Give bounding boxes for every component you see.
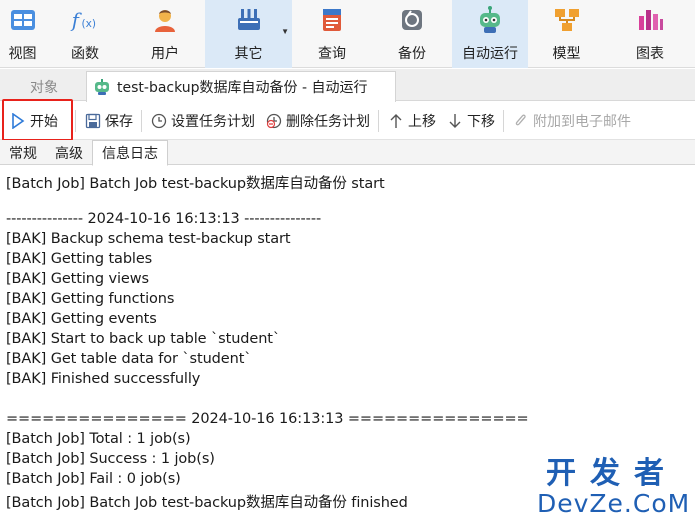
tab-objects[interactable]: 对象	[2, 72, 86, 101]
ribbon-user-button[interactable]: 用户	[125, 0, 205, 68]
job-toolbar: 开始 保存 设置任务计划 删除任务计划 上移 下移 附加到电子邮件	[0, 102, 695, 140]
delete-schedule-label: 删除任务计划	[286, 113, 370, 130]
view-icon	[8, 5, 38, 35]
tab-label: test-backup数据库自动备份 - 自动运行	[117, 80, 368, 96]
ribbon-chart-button[interactable]: 图表	[605, 0, 695, 68]
log-line: [BAK] Getting functions	[6, 291, 175, 307]
chevron-down-icon[interactable]: ▼	[281, 27, 289, 36]
ribbon-autorun-button[interactable]: 自动运行	[452, 0, 528, 68]
log-line: [Batch Job] Batch Job test-backup数据库自动备份…	[6, 176, 385, 192]
move-up-label: 上移	[408, 113, 436, 130]
arrow-down-icon	[446, 112, 464, 130]
ribbon-label: 图表	[636, 46, 664, 62]
ribbon-label: 备份	[398, 46, 426, 62]
tab-message-log[interactable]: 信息日志	[92, 140, 168, 166]
tab-autorun-job[interactable]: test-backup数据库自动备份 - 自动运行	[86, 71, 396, 102]
log-line: [BAK] Getting tables	[6, 251, 153, 267]
attach-email-button[interactable]: 附加到电子邮件	[507, 105, 636, 137]
ribbon-label: 模型	[552, 46, 581, 62]
save-icon	[84, 112, 102, 130]
ribbon-label: 视图	[8, 46, 37, 62]
attach-email-label: 附加到电子邮件	[533, 113, 631, 130]
ribbon-function-button[interactable]: f (x) 函数	[45, 0, 125, 68]
save-label: 保存	[105, 113, 133, 130]
chart-icon	[635, 5, 665, 35]
function-icon: f (x)	[70, 5, 100, 35]
log-line: [BAK] Backup schema test-backup start	[6, 231, 291, 247]
toolbar-divider	[378, 109, 379, 132]
ribbon-label: 自动运行	[462, 46, 518, 62]
tools-icon	[234, 5, 264, 35]
start-label: 开始	[30, 113, 58, 130]
log-line: [Batch Job] Success : 1 job(s)	[6, 451, 215, 467]
log-line: [BAK] Getting events	[6, 311, 157, 327]
ribbon-view-button[interactable]: 视图	[0, 0, 45, 68]
ribbon-other-button[interactable]: 其它 ▼	[205, 0, 292, 68]
query-icon	[317, 5, 347, 35]
ribbon-toolbar: 视图 f (x) 函数 用户 其它 ▼ 查询 备份 自动运行 模型 图表	[0, 0, 695, 68]
ribbon-query-button[interactable]: 查询	[292, 0, 372, 68]
log-line: [BAK] Start to back up table `student`	[6, 331, 281, 347]
ribbon-label: 用户	[151, 46, 179, 62]
save-button[interactable]: 保存	[79, 105, 138, 137]
toolbar-divider	[75, 109, 76, 132]
tab-advanced[interactable]: 高级	[46, 140, 92, 165]
log-line: --------------- 2024-10-16 16:13:13 ----…	[6, 211, 322, 227]
arrow-up-icon	[387, 112, 405, 130]
log-line: [BAK] Getting views	[6, 271, 149, 287]
robot-icon	[93, 77, 113, 97]
move-up-button[interactable]: 上移	[382, 105, 441, 137]
play-icon	[9, 112, 27, 130]
move-down-label: 下移	[467, 113, 495, 130]
move-down-button[interactable]: 下移	[441, 105, 500, 137]
log-line: =============== 2024-10-16 16:13:13 ====…	[6, 411, 529, 427]
toolbar-divider	[141, 109, 142, 132]
job-subtab-bar: 常规 高级 信息日志	[0, 140, 695, 166]
ribbon-model-button[interactable]: 模型	[528, 0, 605, 68]
start-button[interactable]: 开始	[4, 105, 63, 137]
delete-clock-icon	[265, 112, 283, 130]
document-tab-bar: 对象 test-backup数据库自动备份 - 自动运行	[0, 69, 695, 102]
backup-icon	[397, 5, 427, 35]
clock-icon	[150, 112, 168, 130]
message-log-panel[interactable]: [Batch Job] Batch Job test-backup数据库自动备份…	[0, 166, 695, 526]
user-icon	[150, 5, 180, 35]
model-icon	[552, 5, 582, 35]
tab-general[interactable]: 常规	[0, 140, 46, 165]
ribbon-label: 其它	[234, 46, 263, 62]
log-line: [Batch Job] Total : 1 job(s)	[6, 431, 191, 447]
svg-text:(x): (x)	[81, 18, 96, 30]
set-schedule-button[interactable]: 设置任务计划	[145, 105, 260, 137]
delete-schedule-button[interactable]: 删除任务计划	[260, 105, 375, 137]
log-line: [Batch Job] Batch Job test-backup数据库自动备份…	[6, 495, 408, 511]
log-line: [BAK] Get table data for `student`	[6, 351, 252, 367]
ribbon-backup-button[interactable]: 备份	[372, 0, 452, 68]
ribbon-label: 查询	[318, 46, 346, 62]
set-schedule-label: 设置任务计划	[171, 113, 255, 130]
log-line: [BAK] Finished successfully	[6, 371, 201, 387]
toolbar-divider	[503, 109, 504, 132]
ribbon-label: 函数	[71, 46, 99, 62]
robot-icon	[475, 5, 505, 35]
paperclip-icon	[512, 112, 530, 130]
log-line: [Batch Job] Fail : 0 job(s)	[6, 471, 181, 487]
